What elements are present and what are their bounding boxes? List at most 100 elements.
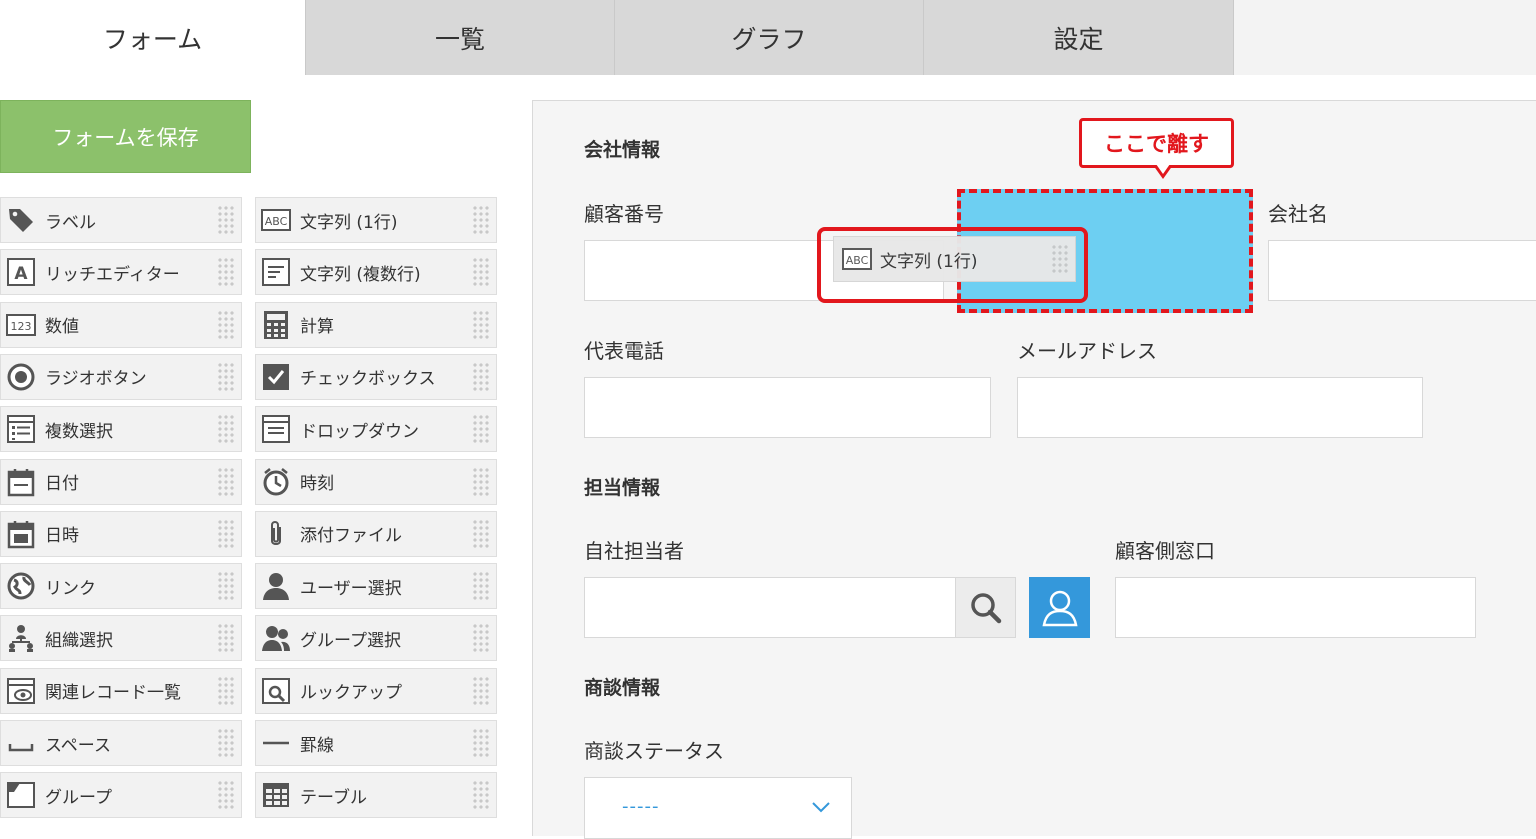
drag-handle-icon[interactable] [472,571,490,602]
company-name-field[interactable] [1268,240,1536,301]
related-records-icon [1,668,41,714]
palette-item-date[interactable]: 日付 [0,458,242,505]
palette-item-label: 罫線 [300,735,334,756]
user-icon [1042,590,1077,626]
drag-handle-icon[interactable] [472,257,490,288]
palette-item-number-123[interactable]: 123 数値 [0,301,242,348]
palette-item-label: リッチエディター [45,264,180,285]
datetime-icon [1,511,41,557]
drag-handle-icon[interactable] [472,466,490,497]
palette-item-paperclip[interactable]: 添付ファイル [255,510,497,557]
drag-handle-icon[interactable] [472,205,490,235]
palette-item-label: 複数選択 [45,421,113,442]
user-search-button[interactable] [955,577,1016,638]
customer-contact-field[interactable] [1115,577,1476,638]
drag-handle-icon[interactable] [217,728,235,758]
svg-text:123: 123 [11,320,32,333]
drag-handle-icon[interactable] [472,518,490,549]
drag-handle-icon[interactable] [472,623,490,654]
field-label-email: メールアドレス [1017,339,1157,363]
field-label-customer-number: 顧客番号 [584,202,664,226]
palette-item-line[interactable]: 罫線 [255,720,497,766]
drag-highlight-frame [817,227,1088,303]
drag-handle-icon[interactable] [217,518,235,549]
palette-item-rich-editor[interactable]: A リッチエディター [0,249,242,296]
palette-item-label: テーブル [300,787,367,808]
drag-handle-icon[interactable] [217,675,235,706]
drag-handle-icon[interactable] [217,571,235,602]
group-icon [256,615,296,661]
drag-handle-icon[interactable] [472,309,490,340]
palette-item-label: 日付 [45,474,79,494]
palette-item-label: チェックボックス [300,369,436,390]
email-field[interactable] [1017,377,1423,438]
tab-form[interactable]: フォーム [0,0,306,75]
drag-handle-icon[interactable] [472,728,490,758]
field-label-customer-contact: 顧客側窓口 [1115,539,1215,563]
drag-handle-icon[interactable] [217,309,235,340]
palette-item-group-frame[interactable]: グループ [0,772,242,819]
number-123-icon: 123 [1,302,41,348]
palette-item-multiline-text[interactable]: 文字列 (複数行) [255,249,497,296]
palette-item-label: 計算 [300,317,334,338]
palette-item-label: 関連レコード一覧 [45,683,181,704]
drag-handle-icon[interactable] [217,414,235,445]
drag-handle-icon[interactable] [472,675,490,706]
tab-graph[interactable]: グラフ [615,0,924,75]
phone-field[interactable] [584,377,991,438]
field-label-company-name: 会社名 [1268,202,1328,226]
own-staff-field[interactable] [584,577,956,638]
drag-handle-icon[interactable] [217,205,235,235]
multi-select-icon [1,406,41,452]
palette-item-multi-select[interactable]: 複数選択 [0,406,242,453]
save-form-button[interactable]: フォームを保存 [0,100,251,173]
palette-item-org-chart[interactable]: 組織選択 [0,615,242,662]
drag-handle-icon[interactable] [217,623,235,654]
user-select-button[interactable] [1029,577,1090,638]
palette-item-label: グループ [45,787,112,808]
palette-item-group[interactable]: グループ選択 [255,615,497,662]
tab-settings[interactable]: 設定 [924,0,1234,75]
palette-item-abc-text[interactable]: ABC 文字列 (1行) [255,197,497,243]
palette-item-label: 文字列 (複数行) [300,264,421,285]
palette-item-datetime[interactable]: 日時 [0,510,242,557]
field-label-deal-status: 商談ステータス [584,739,724,763]
palette-item-tag[interactable]: ラベル [0,197,242,243]
group-frame-icon [1,772,41,818]
palette-item-radio-button[interactable]: ラジオボタン [0,353,242,400]
palette-item-calculator[interactable]: 計算 [255,301,497,348]
drag-handle-icon[interactable] [217,780,235,811]
space-icon [1,720,41,766]
palette-item-lookup[interactable]: ルックアップ [255,667,497,714]
chevron-down-icon [812,802,830,813]
callout-tail-inner [1156,164,1170,174]
abc-text-icon: ABC [256,197,296,243]
palette-item-globe-link[interactable]: リンク [0,563,242,610]
drag-handle-icon[interactable] [472,414,490,445]
palette-item-label: ルックアップ [300,683,402,704]
deal-status-value: ----- [622,796,660,817]
palette-item-checkbox[interactable]: チェックボックス [255,353,497,400]
paperclip-icon [256,511,296,557]
palette-item-dropdown[interactable]: ドロップダウン [255,406,497,453]
user-icon [256,563,296,609]
field-label-own-staff: 自社担当者 [584,539,684,563]
multiline-text-icon [256,249,296,295]
drag-handle-icon[interactable] [217,361,235,392]
palette-item-related-records[interactable]: 関連レコード一覧 [0,667,242,714]
palette-item-user[interactable]: ユーザー選択 [255,563,497,610]
checkbox-icon [256,354,296,400]
drag-handle-icon[interactable] [217,466,235,497]
palette-item-label: リンク [45,578,96,599]
section-title-deal: 商談情報 [584,677,661,699]
palette-item-space[interactable]: スペース [0,720,242,766]
drag-handle-icon[interactable] [217,257,235,288]
drag-handle-icon[interactable] [472,361,490,392]
palette-item-label: 組織選択 [45,630,113,651]
palette-item-clock[interactable]: 時刻 [255,458,497,505]
palette-item-label: ユーザー選択 [300,578,402,599]
palette-item-table[interactable]: テーブル [255,772,497,819]
tab-list[interactable]: 一覧 [306,0,615,75]
clock-icon [256,459,296,505]
drag-handle-icon[interactable] [472,780,490,811]
